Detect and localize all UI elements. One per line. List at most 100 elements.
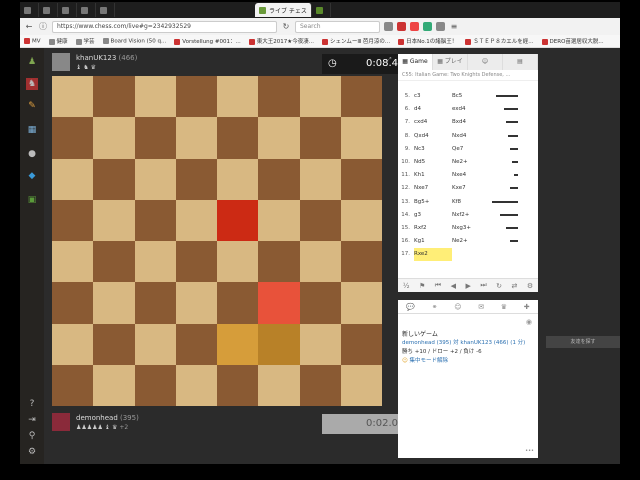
board-square[interactable] xyxy=(340,241,382,283)
board-square[interactable] xyxy=(134,158,176,200)
black-move[interactable]: Nxd4 xyxy=(452,130,492,143)
black-move[interactable]: Nxe4 xyxy=(452,169,492,182)
extension-icon[interactable] xyxy=(384,22,393,31)
board-square[interactable] xyxy=(134,241,176,283)
board-square[interactable] xyxy=(299,364,341,406)
white-move[interactable]: Kh1 xyxy=(414,169,452,182)
chat-icon[interactable]: ● xyxy=(26,148,38,160)
browser-tab[interactable] xyxy=(96,3,115,17)
browser-tab[interactable] xyxy=(39,3,58,17)
help-icon[interactable]: ? xyxy=(26,398,38,410)
browser-tab[interactable] xyxy=(20,3,39,17)
search-icon[interactable]: ⚲ xyxy=(26,430,38,442)
move-control-button[interactable]: ↻ xyxy=(496,282,502,290)
board-square[interactable] xyxy=(134,323,176,365)
board-square[interactable] xyxy=(258,364,300,406)
board-square[interactable] xyxy=(217,282,259,324)
white-move[interactable]: Nxe7 xyxy=(414,182,452,195)
board-square[interactable] xyxy=(93,364,135,406)
white-move[interactable]: Kg1 xyxy=(414,235,452,248)
info-icon[interactable]: ⓘ xyxy=(38,22,48,32)
board-square[interactable] xyxy=(217,158,259,200)
search-input[interactable]: Search xyxy=(295,20,380,33)
bookmark[interactable]: DERO苗選居収大脱... xyxy=(541,37,604,45)
bookmark[interactable]: Vorstellung #001：... xyxy=(174,37,241,45)
board-square[interactable] xyxy=(299,323,341,365)
black-move[interactable]: Qe7 xyxy=(452,143,492,156)
board-square[interactable] xyxy=(340,282,382,324)
extension-icon[interactable] xyxy=(436,22,445,31)
chess-board[interactable] xyxy=(52,76,382,406)
board-square[interactable] xyxy=(52,117,94,159)
move-control-button[interactable]: ⚙ xyxy=(527,282,533,290)
black-move[interactable]: Ne2+ xyxy=(452,156,492,169)
board-square[interactable] xyxy=(134,76,176,118)
people-icon[interactable]: ☺ xyxy=(454,303,461,311)
board-square[interactable] xyxy=(52,199,94,241)
tab-more[interactable]: ▤ xyxy=(503,54,538,70)
board-square[interactable] xyxy=(258,76,300,118)
board-square[interactable] xyxy=(175,117,217,159)
bookmark[interactable]: シェンムーⅢ 芭月涼の... xyxy=(321,37,390,45)
bookmark[interactable]: 学芸 xyxy=(75,37,95,45)
black-move[interactable]: Ne2+ xyxy=(452,235,492,248)
binoculars-icon[interactable]: ⚭ xyxy=(432,303,438,311)
bookmark[interactable]: 東大王2017★今夜凄... xyxy=(248,37,314,45)
focus-mode-link[interactable]: ☺ 集中モード解除 xyxy=(402,357,534,366)
message-icon[interactable]: ✉ xyxy=(478,303,484,311)
tab-game[interactable]: ▦ Game xyxy=(398,54,433,70)
board-square[interactable] xyxy=(134,117,176,159)
black-move[interactable]: Nxf2+ xyxy=(452,209,492,222)
black-move[interactable]: Bc5 xyxy=(452,90,492,103)
board-square-highlighted[interactable] xyxy=(217,199,259,241)
white-move[interactable]: Qxd4 xyxy=(414,130,452,143)
top-player-name[interactable]: khanUK123 (466) xyxy=(76,54,137,62)
home-icon[interactable]: ♟ xyxy=(26,56,38,68)
url-bar[interactable]: https://www.chess.com/live#g=2342932529 xyxy=(52,20,277,33)
move-control-button[interactable]: ⏮ xyxy=(435,281,441,290)
board-square[interactable] xyxy=(340,364,382,406)
board-square[interactable] xyxy=(134,364,176,406)
chat-input[interactable]: ••• xyxy=(402,446,534,456)
board-square[interactable] xyxy=(299,241,341,283)
board-square[interactable] xyxy=(299,282,341,324)
board-square[interactable] xyxy=(93,117,135,159)
board-square[interactable] xyxy=(299,199,341,241)
eye-icon[interactable]: ◉ xyxy=(526,318,532,326)
board-square[interactable] xyxy=(175,323,217,365)
puzzle-icon[interactable]: ✎ xyxy=(26,100,38,112)
white-move[interactable]: d4 xyxy=(414,103,452,116)
bookmark[interactable]: ＳＴＥＰ８カエルを経... xyxy=(465,37,534,45)
move-control-button[interactable]: ▶ xyxy=(465,282,470,290)
move-control-button[interactable]: ⏭ xyxy=(480,281,486,290)
board-square[interactable] xyxy=(175,282,217,324)
board-square[interactable] xyxy=(340,76,382,118)
move-control-button[interactable]: ⚑ xyxy=(419,282,425,290)
play-icon[interactable]: ♞ xyxy=(26,78,38,90)
diamond-icon[interactable]: ◆ xyxy=(26,170,38,182)
chat-icon[interactable]: 💬 xyxy=(406,303,415,311)
black-move[interactable]: Nxg3+ xyxy=(452,222,492,235)
extension-icon[interactable] xyxy=(410,22,419,31)
board-square[interactable] xyxy=(52,76,94,118)
board-square[interactable] xyxy=(340,199,382,241)
extension-icon[interactable] xyxy=(423,22,432,31)
board-square[interactable] xyxy=(175,241,217,283)
board-square[interactable] xyxy=(93,282,135,324)
board-square[interactable] xyxy=(258,117,300,159)
board-square[interactable] xyxy=(52,282,94,324)
white-move[interactable]: Nc3 xyxy=(414,143,452,156)
board-square[interactable] xyxy=(134,199,176,241)
board-square[interactable] xyxy=(93,323,135,365)
board-square-highlighted[interactable] xyxy=(258,282,300,324)
expand-board-icon[interactable]: ⤢ xyxy=(386,56,392,65)
board-square[interactable] xyxy=(299,158,341,200)
settings-icon[interactable]: ⚙ xyxy=(26,446,38,458)
board-square[interactable] xyxy=(258,199,300,241)
board-square[interactable] xyxy=(340,117,382,159)
board-square[interactable] xyxy=(258,158,300,200)
white-move[interactable]: Nd5 xyxy=(414,156,452,169)
board-square[interactable] xyxy=(134,282,176,324)
board-square[interactable] xyxy=(52,323,94,365)
board-square[interactable] xyxy=(217,117,259,159)
